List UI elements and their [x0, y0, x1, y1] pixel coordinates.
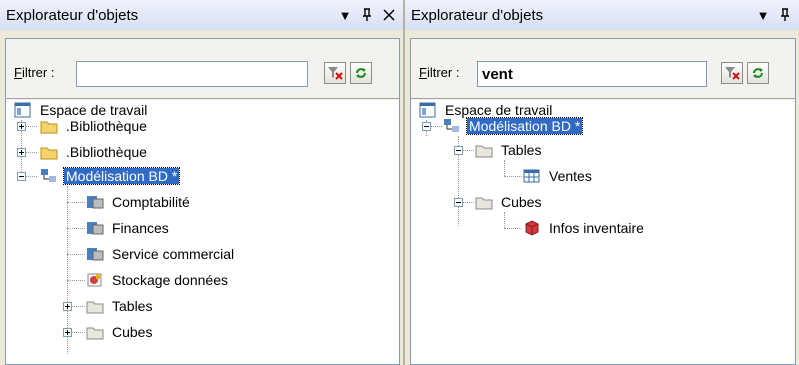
dropdown-arrow-icon[interactable]: ▼: [337, 7, 353, 23]
tree-item-label: Comptabilité: [112, 194, 190, 210]
collapse-toggle[interactable]: [454, 198, 463, 207]
object-explorer-right: Explorateur d'objets ▼ Filtrer : vent Es…: [405, 0, 799, 365]
expand-toggle[interactable]: [17, 122, 26, 131]
filter-bar: Filtrer :: [6, 39, 399, 99]
tree-item-storage[interactable]: Stockage données: [86, 270, 230, 290]
object-explorer-left: Explorateur d'objets ▼ Filtrer : Espace …: [0, 0, 403, 365]
refresh-button[interactable]: [747, 62, 769, 84]
clear-filter-icon: [725, 67, 740, 80]
expand-toggle[interactable]: [63, 302, 72, 311]
folder-icon: [475, 194, 493, 210]
expand-toggle[interactable]: [17, 148, 26, 157]
tree-item-project[interactable]: Finances: [86, 218, 171, 238]
folder-icon: [86, 298, 104, 314]
tree-item-label: Cubes: [112, 324, 153, 340]
filter-input[interactable]: [76, 61, 308, 87]
close-icon[interactable]: [381, 7, 397, 23]
data-storage-icon: [86, 272, 104, 288]
tree-item-label: Service commercial: [112, 246, 235, 262]
refresh-button[interactable]: [350, 62, 372, 84]
titlebar: Explorateur d'objets ▼: [0, 0, 403, 30]
tree-item-tables[interactable]: Tables: [86, 296, 154, 316]
workspace-icon: [14, 102, 32, 118]
model-icon: [443, 118, 461, 134]
database-project-icon: [86, 246, 104, 262]
pin-icon[interactable]: [359, 7, 375, 23]
tree-item-cubes[interactable]: Cubes: [86, 322, 154, 342]
tree-item-project[interactable]: Service commercial: [86, 244, 236, 264]
tree-item-model[interactable]: Modélisation BD *: [443, 116, 584, 136]
folder-icon: [86, 324, 104, 340]
tree-item-model[interactable]: Modélisation BD *: [40, 166, 181, 186]
cube-icon: [523, 220, 541, 236]
pin-icon[interactable]: [777, 7, 793, 23]
dropdown-arrow-icon[interactable]: ▼: [755, 7, 771, 23]
refresh-icon: [753, 68, 763, 78]
collapse-toggle[interactable]: [17, 172, 26, 181]
filter-input[interactable]: [477, 61, 707, 87]
tree-item-label: Finances: [112, 220, 169, 236]
clear-filter-icon: [328, 67, 343, 80]
object-tree: Espace de travail Modélisation BD * Tabl…: [411, 100, 795, 364]
panel-title: Explorateur d'objets: [411, 6, 544, 24]
clear-filter-button[interactable]: [324, 62, 346, 84]
collapse-toggle[interactable]: [422, 122, 431, 131]
clear-filter-button[interactable]: [721, 62, 743, 84]
expand-toggle[interactable]: [63, 328, 72, 337]
model-icon: [40, 168, 58, 184]
tree-item-tables[interactable]: Tables: [475, 140, 543, 160]
refresh-icon: [356, 68, 366, 78]
panel-title: Explorateur d'objets: [6, 6, 139, 24]
explorer-content: Filtrer : Espace de travail: [410, 38, 796, 365]
tree-item-library[interactable]: .Bibliothèque: [40, 142, 149, 162]
folder-icon: [40, 144, 58, 160]
tree-item-label: .Bibliothèque: [66, 118, 147, 134]
titlebar: Explorateur d'objets ▼: [405, 0, 799, 30]
tree-item-cubes[interactable]: Cubes: [475, 192, 543, 212]
tree-item-label: Ventes: [549, 168, 592, 184]
collapse-toggle[interactable]: [454, 146, 463, 155]
tree-item-cube[interactable]: Infos inventaire: [523, 218, 646, 238]
tree-item-label: Infos inventaire: [549, 220, 644, 236]
filter-bar: Filtrer :: [411, 39, 795, 99]
database-project-icon: [86, 220, 104, 236]
tree-item-label: Modélisation BD *: [62, 167, 181, 185]
database-project-icon: [86, 194, 104, 210]
filter-label: Filtrer :: [14, 65, 55, 80]
explorer-content: Filtrer : Espace de travail .Bibliothèqu…: [5, 38, 400, 365]
tree-item-label: .Bibliothèque: [66, 144, 147, 160]
tree-item-label: Modélisation BD *: [465, 117, 584, 135]
filter-label: Filtrer :: [419, 65, 460, 80]
folder-icon: [475, 142, 493, 158]
tree-item-project[interactable]: Comptabilité: [86, 192, 192, 212]
folder-icon: [40, 118, 58, 134]
tree-item-library[interactable]: .Bibliothèque: [40, 116, 149, 136]
tree-item-label: Tables: [112, 298, 153, 314]
tree-item-label: Cubes: [501, 194, 542, 210]
tree-item-label: Tables: [501, 142, 542, 158]
tree-item-label: Stockage données: [112, 272, 228, 288]
table-icon: [523, 168, 541, 184]
workspace-icon: [419, 102, 437, 118]
tree-item-table[interactable]: Ventes: [523, 166, 594, 186]
object-tree: Espace de travail .Bibliothèque .Bibliot…: [6, 100, 399, 364]
